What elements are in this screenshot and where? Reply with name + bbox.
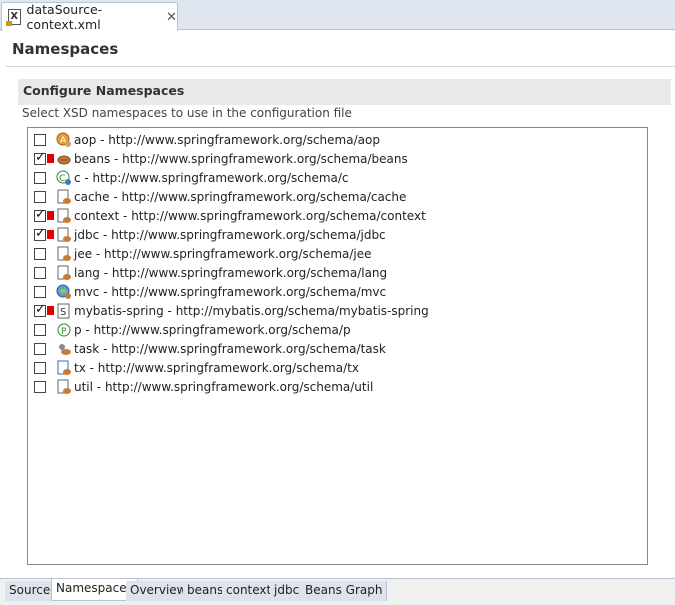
namespace-row-util[interactable]: util - http://www.springframework.org/sc… <box>34 377 373 396</box>
in-use-marker-icon <box>47 230 54 239</box>
mybatis-icon: S <box>56 303 72 319</box>
namespace-label: p - http://www.springframework.org/schem… <box>74 322 351 337</box>
section-title: Configure Namespaces <box>18 79 671 105</box>
namespace-checkbox[interactable] <box>34 226 46 241</box>
page-tab-source[interactable]: Source <box>5 581 56 601</box>
namespace-label: util - http://www.springframework.org/sc… <box>74 379 374 394</box>
aop-icon: A <box>56 132 72 148</box>
in-use-marker-icon <box>47 306 54 315</box>
namespace-checkbox[interactable] <box>34 190 46 203</box>
namespace-checkbox[interactable] <box>34 133 46 146</box>
jdbc-icon <box>56 227 72 243</box>
editor-tab[interactable]: X dataSource-context.xml ✕ <box>1 2 178 32</box>
namespace-label: tx - http://www.springframework.org/sche… <box>74 360 359 375</box>
jee-icon <box>56 246 72 262</box>
page-tab-beans-graph[interactable]: Beans Graph <box>301 581 388 601</box>
cache-icon <box>56 189 72 205</box>
namespace-checkbox[interactable] <box>34 207 46 222</box>
task-icon <box>56 341 72 357</box>
namespace-checkbox[interactable] <box>34 302 46 317</box>
namespace-label: aop - http://www.springframework.org/sch… <box>74 132 380 147</box>
namespace-label: lang - http://www.springframework.org/sc… <box>74 265 388 280</box>
namespace-checkbox[interactable] <box>34 323 46 336</box>
namespace-label: mybatis-spring - http://mybatis.org/sche… <box>74 303 429 318</box>
svg-text:C: C <box>59 174 65 184</box>
marker-spacer <box>47 268 54 277</box>
marker-spacer <box>47 382 54 391</box>
svg-text:P: P <box>61 327 67 337</box>
namespace-label: cache - http://www.springframework.org/s… <box>74 189 407 204</box>
namespace-label: mvc - http://www.springframework.org/sch… <box>74 284 387 299</box>
marker-spacer <box>47 135 54 144</box>
namespace-list[interactable]: Aaop - http://www.springframework.org/sc… <box>27 127 648 565</box>
namespace-checkbox[interactable] <box>34 171 46 184</box>
namespace-row-tx[interactable]: tx - http://www.springframework.org/sche… <box>34 358 359 377</box>
marker-spacer <box>47 173 54 182</box>
namespace-row-c[interactable]: Cc - http://www.springframework.org/sche… <box>34 168 349 187</box>
c-namespace-icon: C <box>56 170 72 186</box>
namespace-checkbox[interactable] <box>34 150 46 165</box>
page-tab-jdbc[interactable]: jdbc <box>270 581 305 601</box>
marker-spacer <box>47 249 54 258</box>
namespace-row-cache[interactable]: cache - http://www.springframework.org/s… <box>34 187 406 206</box>
in-use-marker-icon <box>47 154 54 163</box>
p-namespace-icon: P <box>56 322 72 338</box>
namespace-row-beans[interactable]: beans - http://www.springframework.org/s… <box>34 149 408 168</box>
page-tab-overview[interactable]: Overview <box>126 581 192 601</box>
namespace-label: jee - http://www.springframework.org/sch… <box>74 246 372 261</box>
namespace-label: jdbc - http://www.springframework.org/sc… <box>74 227 386 242</box>
namespace-checkbox[interactable] <box>34 361 46 374</box>
namespace-checkbox[interactable] <box>34 342 46 355</box>
close-icon[interactable]: ✕ <box>166 10 177 25</box>
namespace-row-task[interactable]: task - http://www.springframework.org/sc… <box>34 339 386 358</box>
namespace-label: beans - http://www.springframework.org/s… <box>74 151 408 166</box>
namespace-label: context - http://www.springframework.org… <box>74 208 426 223</box>
svg-text:S: S <box>60 307 66 318</box>
divider <box>6 66 675 67</box>
namespace-row-lang[interactable]: lang - http://www.springframework.org/sc… <box>34 263 387 282</box>
marker-spacer <box>47 192 54 201</box>
page-title: Namespaces <box>12 40 119 58</box>
namespace-checkbox[interactable] <box>34 285 46 298</box>
tx-icon <box>56 360 72 376</box>
page-tab-namespaces[interactable]: Namespaces <box>51 579 138 601</box>
namespace-row-mvc[interactable]: mvc - http://www.springframework.org/sch… <box>34 282 386 301</box>
namespace-row-jee[interactable]: jee - http://www.springframework.org/sch… <box>34 244 372 263</box>
editor-tab-strip: X dataSource-context.xml ✕ <box>0 0 675 32</box>
in-use-marker-icon <box>47 211 54 220</box>
namespace-checkbox[interactable] <box>34 380 46 393</box>
beans-icon <box>56 151 72 167</box>
xml-file-icon: X <box>6 9 21 26</box>
namespace-checkbox[interactable] <box>34 247 46 260</box>
mvc-icon <box>56 284 72 300</box>
namespace-row-aop[interactable]: Aaop - http://www.springframework.org/sc… <box>34 130 380 149</box>
namespace-row-context[interactable]: context - http://www.springframework.org… <box>34 206 426 225</box>
namespace-row-jdbc[interactable]: jdbc - http://www.springframework.org/sc… <box>34 225 386 244</box>
util-icon <box>56 379 72 395</box>
lang-icon <box>56 265 72 281</box>
namespace-label: c - http://www.springframework.org/schem… <box>74 170 349 185</box>
marker-spacer <box>47 287 54 296</box>
section-description: Select XSD namespaces to use in the conf… <box>22 106 352 120</box>
namespace-checkbox[interactable] <box>34 266 46 279</box>
marker-spacer <box>47 363 54 372</box>
editor-tab-title: dataSource-context.xml <box>26 2 103 32</box>
page-tab-context[interactable]: context <box>222 581 277 601</box>
marker-spacer <box>47 344 54 353</box>
namespace-label: task - http://www.springframework.org/sc… <box>74 341 386 356</box>
marker-spacer <box>47 325 54 334</box>
namespace-row-mybatis-spring[interactable]: Smybatis-spring - http://mybatis.org/sch… <box>34 301 429 320</box>
page-tab-bar: Source Namespaces Overview beans context jdbc… <box>0 578 675 605</box>
namespace-row-p[interactable]: Pp - http://www.springframework.org/sche… <box>34 320 351 339</box>
context-icon <box>56 208 72 224</box>
